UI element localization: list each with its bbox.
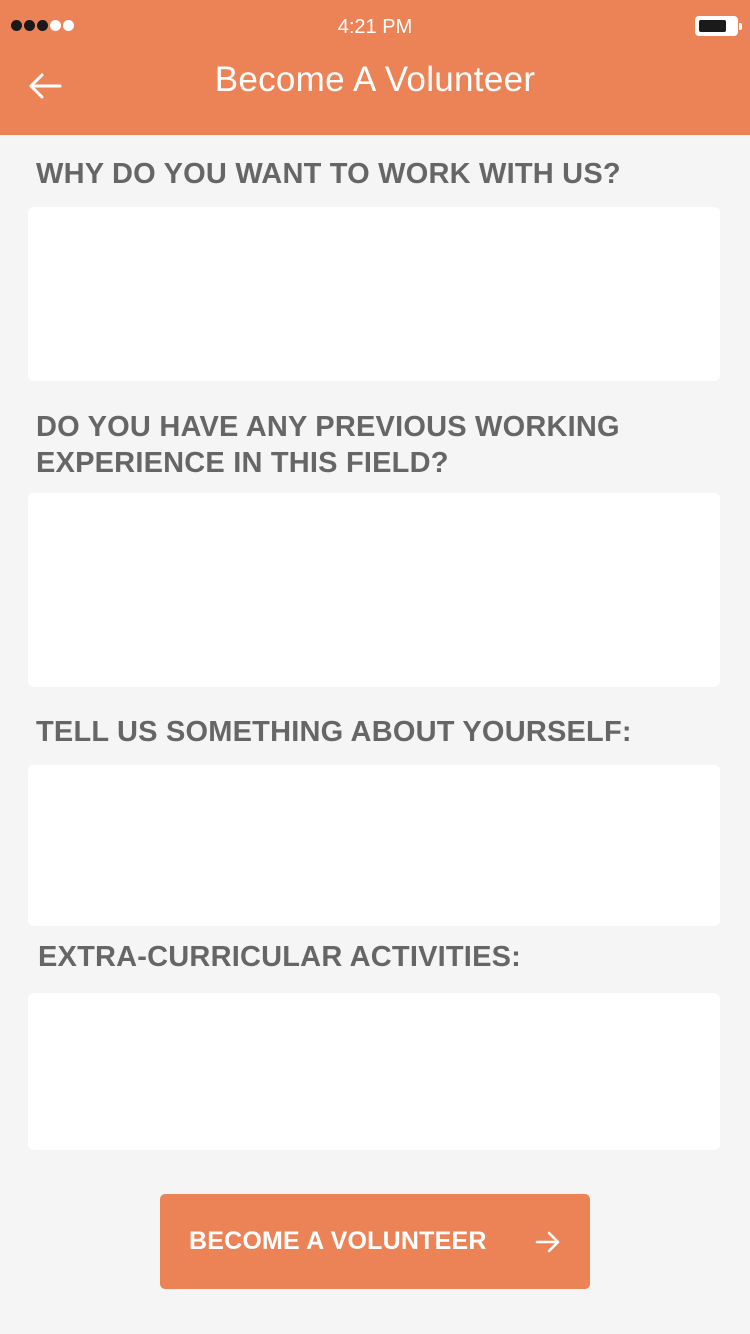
submit-button-label: BECOME A VOLUNTEER	[189, 1227, 487, 1255]
about-yourself-textarea[interactable]	[28, 765, 720, 926]
battery-icon	[695, 16, 742, 36]
question-experience-label: DO YOU HAVE ANY PREVIOUS WORKING EXPERIE…	[36, 411, 620, 479]
status-time: 4:21 PM	[337, 16, 413, 38]
status-bar: 4:21 PM	[0, 0, 750, 54]
page-title: Become A Volunteer	[214, 60, 536, 99]
question-why-work-label: WHY DO YOU WANT TO WORK WITH US?	[36, 158, 621, 190]
question-activities-label: EXTRA-CURRICULAR ACTIVITIES:	[38, 941, 522, 973]
arrow-right-icon	[535, 1231, 560, 1253]
why-work-textarea[interactable]	[28, 207, 720, 381]
app-header: 4:21 PM Become A Volunteer	[0, 0, 750, 135]
become-volunteer-button[interactable]: BECOME A VOLUNTEER	[160, 1194, 590, 1289]
activities-textarea[interactable]	[28, 993, 720, 1150]
question-about-yourself-label: TELL US SOMETHING ABOUT YOURSELF:	[36, 716, 632, 748]
experience-textarea[interactable]	[28, 493, 720, 687]
